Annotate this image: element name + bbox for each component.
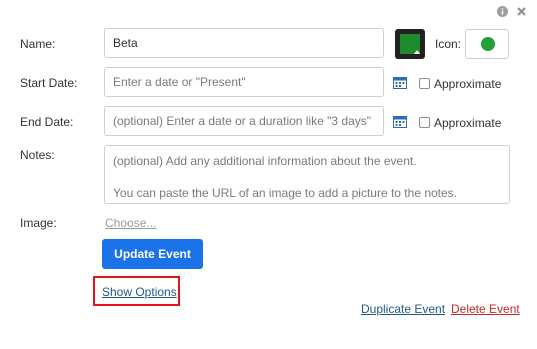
update-event-button[interactable]: Update Event xyxy=(102,239,203,269)
choose-image-link[interactable]: Choose... xyxy=(105,216,156,230)
end-date-input[interactable] xyxy=(104,106,384,136)
notes-label: Notes: xyxy=(20,148,55,162)
icon-picker-button[interactable] xyxy=(465,29,509,59)
calendar-icon[interactable] xyxy=(393,76,407,89)
name-label: Name: xyxy=(20,37,56,51)
color-picker-button[interactable] xyxy=(395,29,425,59)
name-input[interactable] xyxy=(104,28,384,58)
info-icon[interactable] xyxy=(497,6,508,17)
start-date-label: Start Date: xyxy=(20,76,78,90)
chevron-icon xyxy=(414,50,420,54)
end-approximate-label: Approximate xyxy=(434,116,502,130)
start-approximate-checkbox[interactable] xyxy=(419,78,430,89)
end-approximate-checkbox[interactable] xyxy=(419,117,430,128)
delete-event-link[interactable]: Delete Event xyxy=(451,302,520,316)
notes-textarea[interactable] xyxy=(104,145,510,204)
show-options-link[interactable]: Show Options xyxy=(102,285,177,299)
icon-dot xyxy=(481,37,495,51)
icon-label: Icon: xyxy=(435,37,462,51)
close-icon[interactable] xyxy=(516,6,527,17)
calendar-icon[interactable] xyxy=(393,115,407,128)
duplicate-event-link[interactable]: Duplicate Event xyxy=(361,302,445,316)
end-date-label: End Date: xyxy=(20,115,74,129)
image-label: Image: xyxy=(20,216,57,230)
start-date-input[interactable] xyxy=(104,67,384,97)
start-approximate-label: Approximate xyxy=(434,77,502,91)
